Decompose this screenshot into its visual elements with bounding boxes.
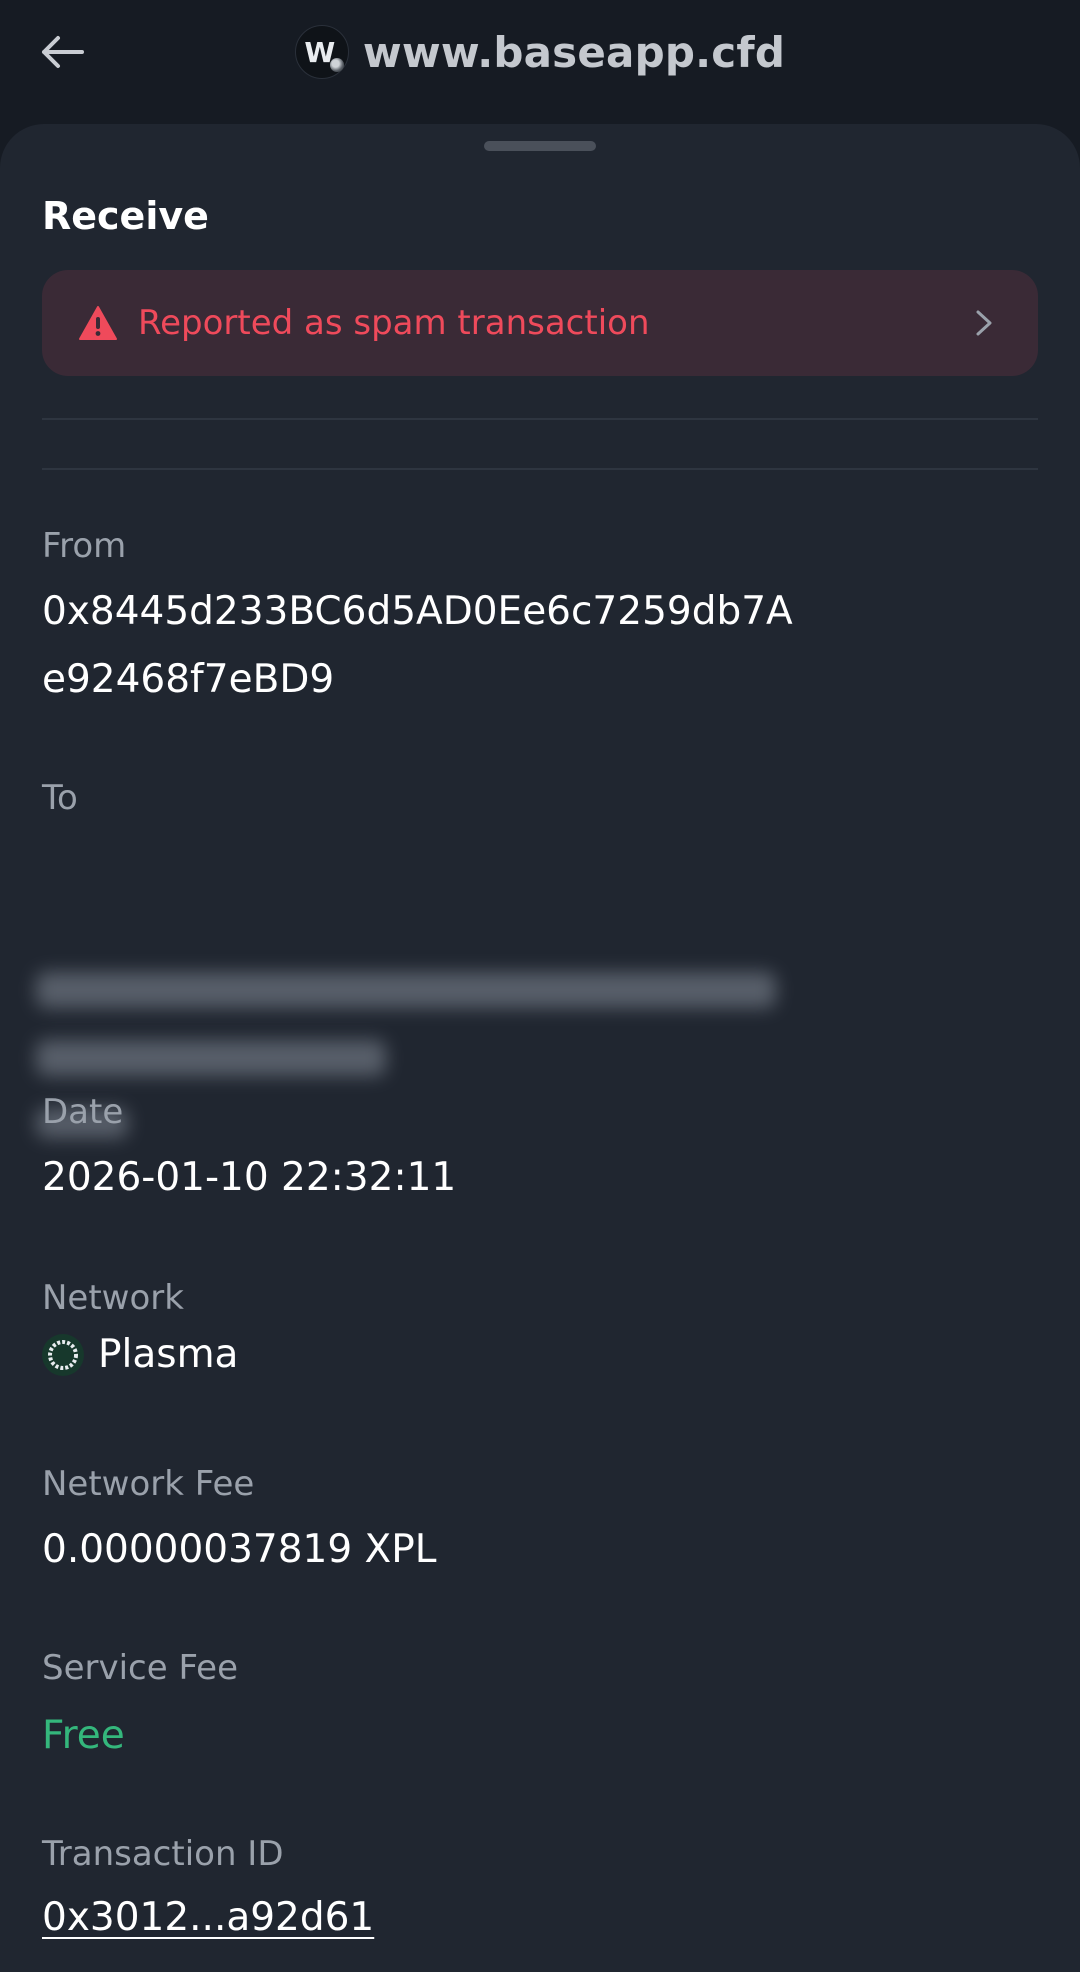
to-label: To (42, 778, 78, 818)
warning-triangle-icon (78, 305, 118, 341)
plasma-network-icon (42, 1333, 84, 1376)
chevron-right-icon (972, 308, 996, 338)
transaction-id-label: Transaction ID (42, 1834, 284, 1874)
sheet-drag-handle[interactable] (484, 141, 596, 151)
site-logo: W (294, 25, 349, 79)
network-fee-label: Network Fee (42, 1464, 255, 1504)
network-fee-value: 0.00000037819 XPL (42, 1527, 437, 1572)
network-value: Plasma (42, 1332, 238, 1377)
transaction-details-sheet: Receive Reported as spam transaction Fro… (0, 124, 1080, 1972)
to-address-redacted (36, 972, 776, 1008)
site-url: www.baseapp.cfd (362, 27, 786, 77)
date-label: Date (42, 1092, 124, 1132)
page-title: Receive (42, 194, 209, 238)
date-value: 2026-01-10 22:32:11 (42, 1155, 457, 1200)
network-label: Network (42, 1278, 184, 1318)
site-identity: W www.baseapp.cfd (0, 20, 1080, 84)
top-bar: W www.baseapp.cfd (0, 0, 1080, 126)
network-name: Plasma (98, 1332, 239, 1377)
site-logo-badge (329, 58, 344, 72)
from-address[interactable]: 0x8445d233BC6d5AD0Ee6c7259db7Ae92468f7eB… (42, 578, 802, 714)
to-address-redacted (36, 1040, 386, 1076)
site-logo-letter: W (304, 35, 335, 69)
spam-warning-banner[interactable]: Reported as spam transaction (42, 270, 1038, 376)
transaction-id-link[interactable]: 0x3012...a92d61 (42, 1884, 374, 1952)
spam-warning-text: Reported as spam transaction (138, 303, 650, 343)
service-fee-label: Service Fee (42, 1648, 238, 1688)
service-fee-value: Free (42, 1713, 125, 1758)
from-label: From (42, 526, 127, 566)
divider (42, 418, 1038, 420)
divider (42, 468, 1038, 470)
